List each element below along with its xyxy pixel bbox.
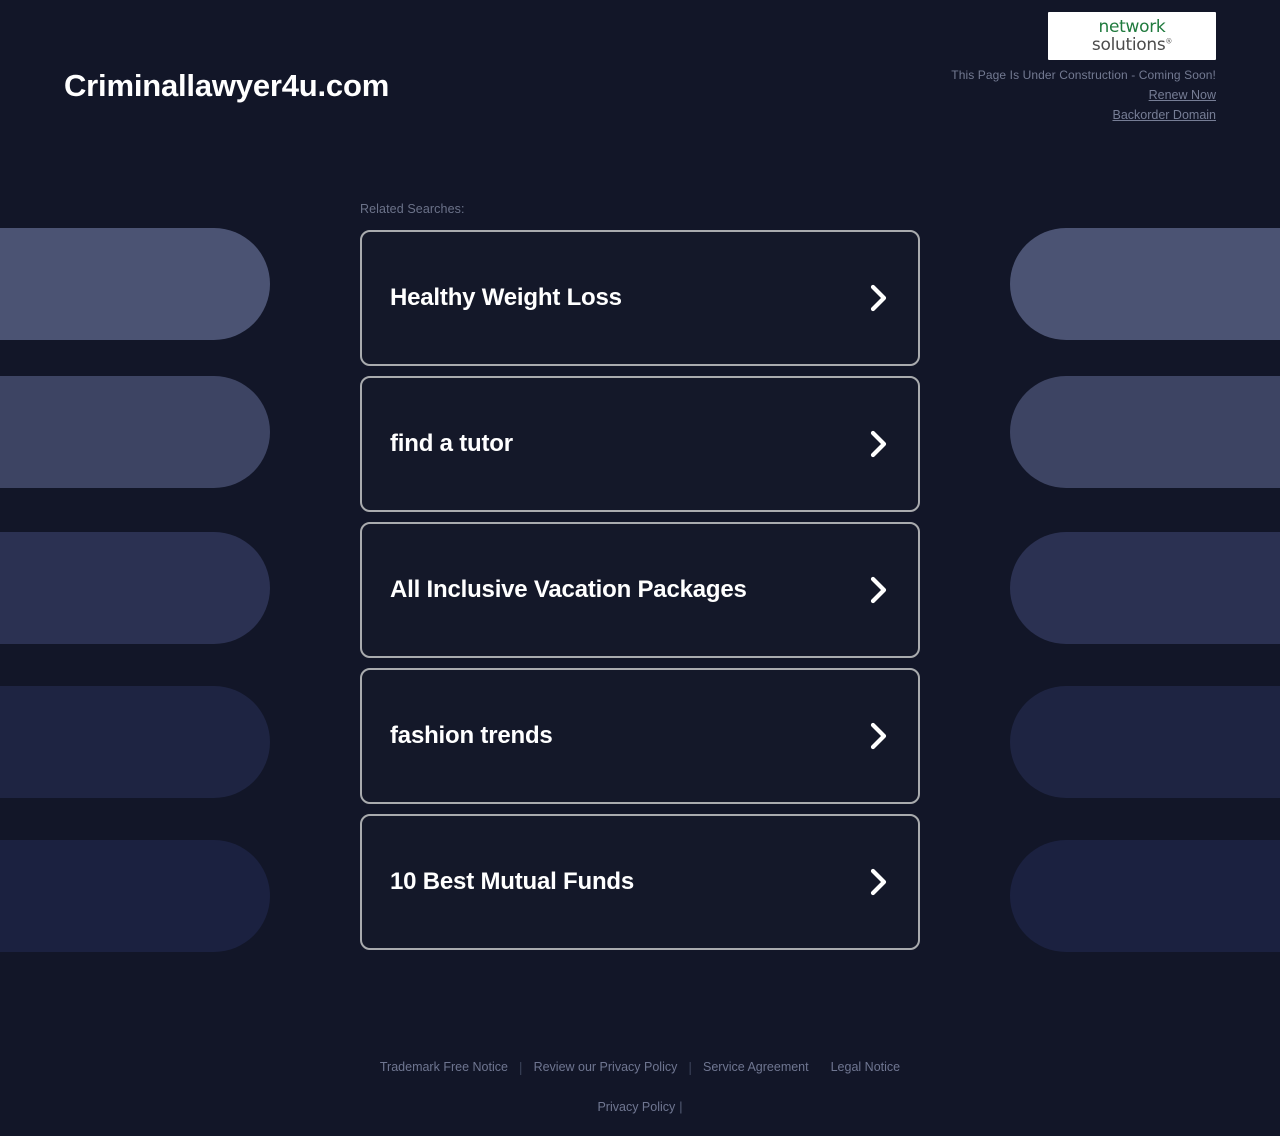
chevron-right-icon[interactable] (866, 865, 892, 899)
chevron-right-icon[interactable] (866, 719, 892, 753)
backorder-domain-link[interactable]: Backorder Domain (951, 108, 1216, 122)
renew-now-link[interactable]: Renew Now (951, 88, 1216, 102)
related-search-label: 10 Best Mutual Funds (390, 868, 635, 895)
related-search-label: fashion trends (390, 722, 553, 749)
footer-link[interactable]: Service Agreement (692, 1060, 820, 1074)
footer-links: Trademark Free Notice | Review our Privacy… (0, 1059, 1280, 1075)
chevron-right-icon[interactable] (866, 427, 892, 461)
footer-link[interactable]: Review our Privacy Policy (523, 1060, 689, 1074)
logo-text-solutions: solutions® (1091, 34, 1173, 55)
page-header: Criminallawyer4u.com network solutions® … (0, 0, 1280, 140)
registered-mark-icon: ® (1165, 36, 1173, 45)
header-right-block: network solutions® This Page Is Under Co… (951, 12, 1216, 122)
construction-notice: This Page Is Under Construction - Coming… (951, 68, 1216, 82)
related-searches-list: Healthy Weight Loss find a tutor All Inclu… (360, 230, 920, 950)
related-search-label: All Inclusive Vacation Packages (390, 576, 747, 603)
related-search-card[interactable]: fashion trends (360, 668, 920, 804)
footer-bottom: Privacy Policy | (0, 1100, 1280, 1114)
logo-solutions-word: solutions (1091, 34, 1166, 55)
related-search-label: Healthy Weight Loss (390, 284, 622, 311)
chevron-right-icon[interactable] (866, 281, 892, 315)
related-search-card[interactable]: 10 Best Mutual Funds (360, 814, 920, 950)
page-root: Criminallawyer4u.com network solutions® … (0, 0, 1280, 1136)
related-search-card[interactable]: find a tutor (360, 376, 920, 512)
related-search-label: find a tutor (390, 430, 513, 457)
footer-link[interactable]: Trademark Free Notice (369, 1060, 519, 1074)
network-solutions-logo: network solutions® (1048, 12, 1216, 60)
related-search-card[interactable]: All Inclusive Vacation Packages (360, 522, 920, 658)
footer-bottom-pipe: | (679, 1100, 683, 1114)
related-search-card[interactable]: Healthy Weight Loss (360, 230, 920, 366)
page-footer: Trademark Free Notice | Review our Privacy… (0, 1059, 1280, 1114)
chevron-right-icon[interactable] (866, 573, 892, 607)
footer-privacy-policy-link[interactable]: Privacy Policy (597, 1100, 675, 1114)
main-content: Related Searches: Healthy Weight Loss fin… (360, 140, 920, 950)
related-searches-label: Related Searches: (360, 202, 465, 216)
footer-link[interactable]: Legal Notice (820, 1060, 912, 1074)
page-title: Criminallawyer4u.com (64, 68, 390, 103)
